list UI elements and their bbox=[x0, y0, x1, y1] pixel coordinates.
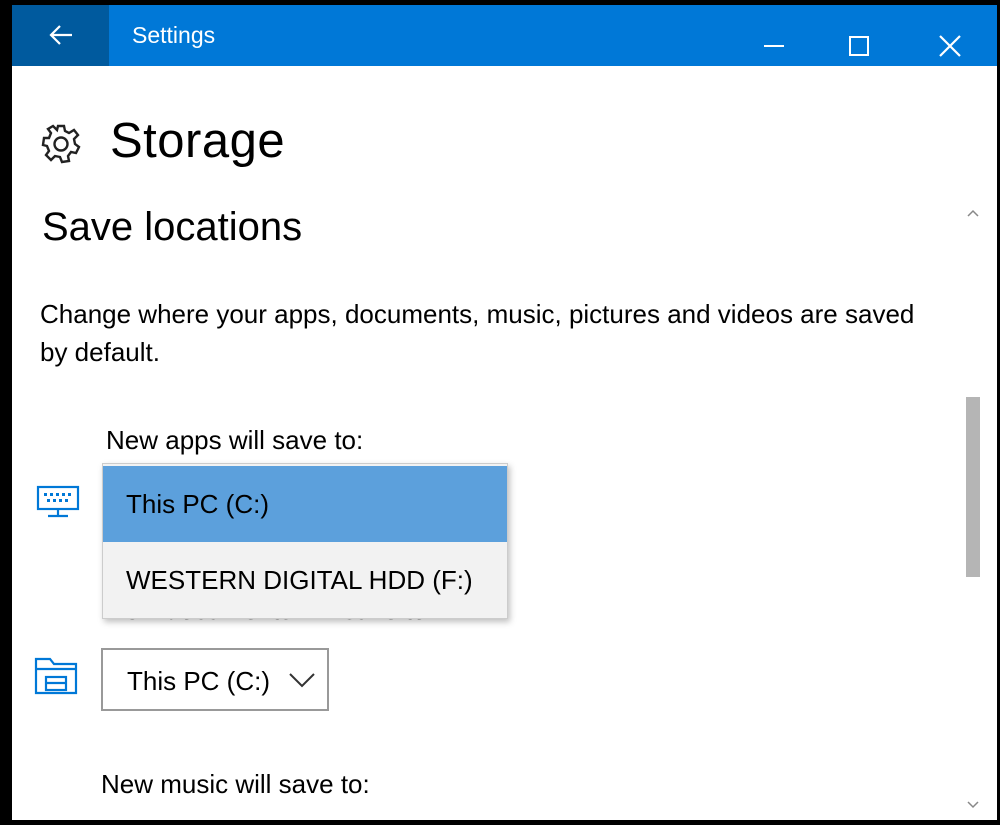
section-description: Change where your apps, documents, music… bbox=[40, 299, 915, 367]
close-icon bbox=[939, 35, 961, 57]
apps-location-option-western-digital[interactable]: WESTERN DIGITAL HDD (F:) bbox=[103, 542, 507, 618]
apps-save-label: New apps will save to: bbox=[106, 425, 364, 455]
scroll-down-icon[interactable] bbox=[967, 801, 979, 809]
documents-location-value: This PC (C:) bbox=[127, 666, 270, 696]
keyboard-display-icon bbox=[36, 485, 80, 518]
vertical-scrollbar[interactable] bbox=[963, 205, 983, 817]
gear-icon bbox=[41, 124, 81, 164]
option-label: This PC (C:) bbox=[126, 489, 269, 519]
option-label: WESTERN DIGITAL HDD (F:) bbox=[126, 565, 473, 595]
settings-window: Settings Storage Save locations Change w… bbox=[12, 5, 997, 820]
apps-location-option-this-pc[interactable]: This PC (C:) bbox=[103, 466, 507, 542]
maximize-button[interactable] bbox=[811, 5, 907, 66]
chevron-down-icon bbox=[289, 673, 315, 688]
back-button[interactable] bbox=[12, 5, 109, 66]
maximize-icon bbox=[849, 36, 869, 56]
section-title: Save locations bbox=[42, 205, 303, 249]
back-arrow-icon bbox=[49, 25, 72, 45]
minimize-button[interactable] bbox=[726, 5, 822, 66]
documents-location-dropdown[interactable]: This PC (C:) bbox=[101, 648, 329, 711]
title-bar: Settings bbox=[12, 5, 997, 66]
music-save-label: New music will save to: bbox=[101, 769, 370, 799]
apps-location-dropdown-list: This PC (C:) WESTERN DIGITAL HDD (F:) bbox=[102, 463, 508, 619]
page-title: Storage bbox=[110, 114, 286, 168]
window-title: Settings bbox=[132, 22, 216, 48]
minimize-icon bbox=[764, 45, 784, 47]
scroll-up-icon[interactable] bbox=[967, 209, 979, 217]
scrollbar-thumb[interactable] bbox=[966, 397, 980, 577]
folder-icon bbox=[34, 657, 78, 695]
close-button[interactable] bbox=[902, 5, 997, 66]
